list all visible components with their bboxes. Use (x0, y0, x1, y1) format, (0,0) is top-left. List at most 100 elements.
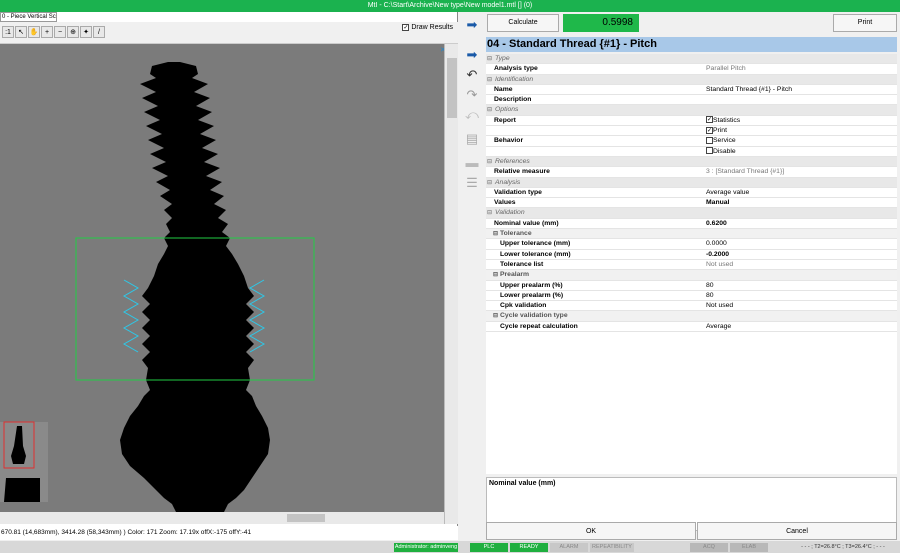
collapse-icon[interactable]: ⊟ (487, 208, 492, 218)
status-repeatability: REPEATIBILITY (590, 543, 634, 552)
property-row[interactable]: Upper tolerance (mm) 0.0000 (486, 239, 897, 250)
magic-wand-button[interactable]: ✦ (80, 26, 92, 38)
image-toolbar: :1 ↖ ✋ + − ⊕ ✦ / ✓ Draw Results (0, 22, 458, 44)
collapse-icon[interactable]: ⊟ (487, 54, 492, 64)
property-key: Lower tolerance (mm) (500, 250, 571, 258)
property-value[interactable]: Disable (706, 147, 736, 157)
ok-button[interactable]: OK (486, 522, 696, 540)
calculate-button[interactable]: Calculate (487, 14, 559, 32)
property-subcategory: ⊟ Cycle validation type (486, 311, 897, 322)
collapse-icon[interactable]: ⊟ (487, 157, 492, 167)
property-row[interactable]: Validation type Average value (486, 188, 897, 199)
undo-all-icon[interactable]: ⤺ (463, 106, 481, 124)
undo-icon[interactable]: ↶ (463, 66, 481, 84)
property-key: Tolerance list (500, 260, 544, 268)
property-row[interactable]: Tolerance list Not used (486, 260, 897, 271)
checkbox-icon[interactable] (706, 137, 713, 145)
property-row[interactable]: Nominal value (mm) 0.6200 (486, 219, 897, 230)
property-key: Cycle repeat calculation (500, 322, 578, 330)
property-row[interactable]: Upper prealarm (%) 80 (486, 281, 897, 291)
property-value[interactable]: Not used (706, 260, 733, 270)
zoom-in-button[interactable]: + (41, 26, 53, 38)
collapse-icon[interactable]: ⊟ (487, 75, 492, 85)
property-key: Nominal value (mm) (494, 219, 559, 227)
property-value[interactable]: 0.6200 (706, 219, 727, 229)
status-ready: READY (510, 543, 548, 552)
property-value[interactable]: Standard Thread {#1} - Pitch (706, 85, 792, 95)
property-key: Description (494, 96, 532, 104)
property-row[interactable]: Cycle repeat calculation Average (486, 322, 897, 333)
property-category: ⊟ Type (486, 54, 897, 65)
property-row[interactable]: Description (486, 95, 897, 106)
property-subcategory-label: Prealarm (500, 271, 530, 279)
property-key: Name (494, 85, 513, 93)
list-icon[interactable]: ☰ (463, 174, 481, 192)
horizontal-scroll-thumb[interactable] (287, 514, 325, 522)
thumbnail-overview (0, 421, 48, 502)
document-icon[interactable]: ▤ (463, 130, 481, 148)
checkbox-label: Statistics (713, 116, 741, 124)
property-row[interactable]: Report ✓Statistics (486, 116, 897, 127)
property-value[interactable]: Parallel Pitch (706, 64, 746, 74)
property-row[interactable]: Relative measure 3 : [Standard Thread {#1… (486, 167, 897, 178)
property-value[interactable]: Average (706, 322, 731, 332)
tab-piece-vertical-scan[interactable]: 0 - Piece Vertical Scan (0, 12, 57, 22)
property-row[interactable]: ✓Print (486, 126, 897, 137)
property-row[interactable]: Lower tolerance (mm) -0.2000 (486, 250, 897, 260)
vertical-scroll-thumb[interactable] (447, 58, 457, 118)
property-subcategory-label: Cycle validation type (500, 312, 568, 320)
property-row[interactable]: Cpk validation Not used (486, 301, 897, 312)
redo-icon[interactable]: ↷ (463, 86, 481, 104)
property-value[interactable]: Service (706, 136, 736, 146)
zoom-out-button[interactable]: − (54, 26, 66, 38)
property-key: Relative measure (494, 168, 550, 176)
zoom-1to1-button[interactable]: :1 (2, 26, 14, 38)
sheet-icon[interactable]: ▬ (463, 154, 481, 172)
status-elab: ELAB (730, 543, 768, 552)
property-category: ⊟ Options (486, 105, 897, 116)
property-value[interactable]: ✓Statistics (706, 116, 740, 126)
collapse-icon[interactable]: ⊟ (493, 270, 498, 280)
nav-forward-icon[interactable]: ➡ (463, 16, 481, 34)
pan-button[interactable]: ✋ (28, 26, 40, 38)
checkbox-icon[interactable]: ✓ (706, 126, 713, 134)
property-value[interactable]: Average value (706, 188, 749, 198)
vertical-scrollbar[interactable] (444, 44, 458, 524)
property-value[interactable]: Manual (706, 198, 729, 208)
property-category: ⊟ Validation (486, 208, 897, 219)
print-button[interactable]: Print (833, 14, 897, 32)
property-value[interactable]: 0.0000 (706, 239, 727, 249)
image-view-panel: 0 - Piece Vertical Scan :1 ↖ ✋ + − ⊕ ✦ / ✓ Draw… (0, 12, 458, 540)
property-key: Lower prealarm (%) (500, 291, 564, 299)
property-value[interactable]: Not used (706, 301, 733, 311)
property-row[interactable]: Values Manual (486, 198, 897, 209)
property-row[interactable]: Analysis type Parallel Pitch (486, 64, 897, 75)
checkbox-label: Disable (713, 147, 736, 155)
property-value[interactable]: -0.2000 (706, 250, 729, 260)
property-value[interactable]: 3 : [Standard Thread {#1}] (706, 167, 784, 177)
checkbox-icon[interactable] (706, 147, 713, 155)
collapse-icon[interactable]: ⊟ (493, 311, 498, 321)
property-row[interactable]: Name Standard Thread {#1} - Pitch (486, 85, 897, 96)
checkbox-icon[interactable]: ✓ (706, 116, 713, 124)
property-subcategory: ⊟ Prealarm (486, 270, 897, 281)
analysis-header-title: 04 - Standard Thread {#1} - Pitch (486, 37, 897, 52)
pointer-button[interactable]: ↖ (15, 26, 27, 38)
property-value[interactable]: 80 (706, 281, 714, 291)
horizontal-scrollbar[interactable] (0, 512, 444, 524)
collapse-icon[interactable]: ⊟ (487, 178, 492, 188)
property-row[interactable]: Behavior Service (486, 136, 897, 147)
zoom-fit-button[interactable]: ⊕ (67, 26, 79, 38)
measure-line-button[interactable]: / (93, 26, 105, 38)
image-canvas[interactable]: ✕ (0, 44, 444, 524)
property-category-label: Validation (495, 209, 525, 217)
property-row[interactable]: Lower prealarm (%) 80 (486, 291, 897, 302)
draw-results-checkbox[interactable]: ✓ Draw Results (402, 24, 453, 31)
nav-forward-icon[interactable]: ➡ (463, 46, 481, 64)
collapse-icon[interactable]: ⊟ (487, 105, 492, 115)
property-value[interactable]: 80 (706, 291, 714, 301)
cancel-button[interactable]: Cancel (697, 522, 897, 540)
property-value[interactable]: ✓Print (706, 126, 727, 136)
collapse-icon[interactable]: ⊟ (493, 229, 498, 239)
property-row[interactable]: Disable (486, 147, 897, 157)
